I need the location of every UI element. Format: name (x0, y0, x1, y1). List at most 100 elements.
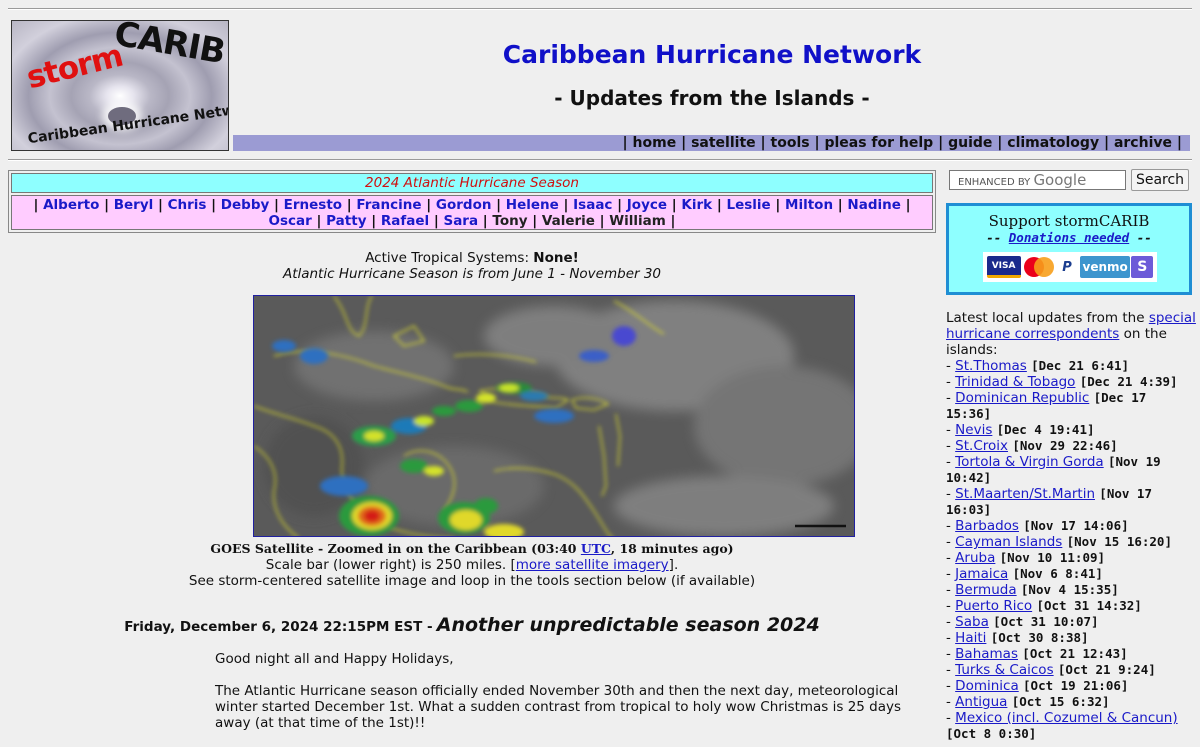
update-item: - Haiti [Oct 30 8:38] (946, 630, 1089, 646)
payment-methods[interactable]: VISA P venmo S (983, 252, 1157, 282)
nav-guide[interactable]: guide (948, 135, 992, 151)
scale-note: Scale bar (lower right) is 250 miles. [ (265, 557, 516, 573)
storm-link-kirk[interactable]: Kirk (681, 197, 712, 213)
island-link[interactable]: Dominica (955, 678, 1019, 694)
update-item: - St.Maarten/St.Martin [Nov 17 16:03] (946, 486, 1152, 517)
post-date: Friday, December 6, 2024 22:15PM EST - (124, 619, 433, 635)
island-link[interactable]: Trinidad & Tobago (955, 374, 1075, 390)
update-timestamp: [Oct 15 6:32] (1011, 694, 1110, 709)
island-link[interactable]: Haiti (955, 630, 986, 646)
nav-pleas-for-help[interactable]: pleas for help (824, 135, 933, 151)
island-link[interactable]: Turks & Caicos (955, 662, 1053, 678)
post-title: Another unpredictable season 2024 (436, 614, 820, 636)
storm-link-alberto[interactable]: Alberto (43, 197, 99, 213)
storm-link-patty[interactable]: Patty (326, 213, 366, 229)
nav-satellite[interactable]: satellite (691, 135, 756, 151)
update-timestamp: [Dec 21 4:39] (1079, 374, 1178, 389)
active-systems-value: None! (533, 250, 579, 266)
island-link[interactable]: Puerto Rico (955, 598, 1032, 614)
storm-link-beryl[interactable]: Beryl (114, 197, 154, 213)
venmo-icon[interactable]: venmo (1080, 256, 1131, 278)
update-item: - Cayman Islands [Nov 15 16:20] (946, 534, 1172, 550)
update-item: - Turks & Caicos [Oct 21 9:24] (946, 662, 1156, 678)
update-item: - St.Thomas [Dec 21 6:41] (946, 358, 1129, 374)
storm-link-ernesto[interactable]: Ernesto (284, 197, 342, 213)
storm-centered-note: See storm-centered satellite image and l… (188, 573, 756, 589)
island-link[interactable]: Nevis (955, 422, 992, 438)
donations-link[interactable]: Donations needed (1009, 230, 1129, 245)
storm-link-sara[interactable]: Sara (443, 213, 478, 229)
update-item: - Trinidad & Tobago [Dec 21 4:39] (946, 374, 1178, 390)
storm-link-helene[interactable]: Helene (506, 197, 559, 213)
storm-link-leslie[interactable]: Leslie (726, 197, 770, 213)
island-link[interactable]: Bermuda (955, 582, 1016, 598)
satellite-caption: GOES Satellite - Zoomed in on the Caribb… (188, 541, 756, 589)
mastercard-icon[interactable] (1022, 256, 1054, 278)
storm-link-isaac[interactable]: Isaac (573, 197, 612, 213)
nav-tools[interactable]: tools (771, 135, 810, 151)
update-item: - Bermuda [Nov 4 15:35] (946, 582, 1119, 598)
island-link[interactable]: Barbados (955, 518, 1019, 534)
satellite-image[interactable] (253, 295, 855, 537)
storm-link-debby[interactable]: Debby (221, 197, 270, 213)
island-link[interactable]: Saba (955, 614, 989, 630)
post-paragraph: The Atlantic Hurricane season officially… (215, 683, 902, 731)
storm-link-oscar[interactable]: Oscar (269, 213, 312, 229)
post-body: Good night all and Happy Holidays, The A… (215, 651, 905, 747)
utc-link[interactable]: UTC (581, 541, 611, 556)
season-dates: Atlantic Hurricane Season is from June 1… (282, 266, 662, 282)
update-timestamp: [Oct 31 14:32] (1036, 598, 1142, 613)
season-heading: 2024 Atlantic Hurricane Season (11, 173, 933, 193)
island-link[interactable]: Jamaica (955, 566, 1008, 582)
stripe-icon[interactable]: S (1131, 256, 1154, 278)
storm-link-joyce[interactable]: Joyce (627, 197, 667, 213)
updates-intro: Latest local updates from the special hu… (946, 310, 1196, 358)
post-paragraph: Good night all and Happy Holidays, (215, 651, 454, 667)
google-logo: Google (1033, 171, 1087, 189)
update-item: - St.Croix [Nov 29 22:46] (946, 438, 1118, 454)
nav-climatology[interactable]: climatology (1007, 135, 1099, 151)
update-item: - Bahamas [Oct 21 12:43] (946, 646, 1128, 662)
logo-network-text: Caribbean Hurricane Network (26, 98, 229, 148)
storm-link-gordon[interactable]: Gordon (436, 197, 492, 213)
search-input[interactable]: ENHANCED BY Google (949, 170, 1126, 190)
storm-link-rafael[interactable]: Rafael (381, 213, 429, 229)
update-timestamp: [Nov 4 15:35] (1020, 582, 1119, 597)
island-link[interactable]: Dominican Republic (955, 390, 1089, 406)
active-systems-label: Active Tropical Systems: (365, 250, 529, 266)
update-item: - Barbados [Nov 17 14:06] (946, 518, 1129, 534)
more-satellite-imagery-link[interactable]: more satellite imagery (516, 557, 669, 573)
post-header: Friday, December 6, 2024 22:15PM EST - A… (8, 614, 936, 636)
storm-link-chris[interactable]: Chris (168, 197, 207, 213)
update-timestamp: [Oct 19 21:06] (1023, 678, 1129, 693)
update-item: - Tortola & Virgin Gorda [Nov 19 10:42] (946, 454, 1161, 485)
island-link[interactable]: Aruba (955, 550, 995, 566)
top-divider (8, 8, 1192, 10)
island-link[interactable]: Antigua (955, 694, 1007, 710)
update-item: - Saba [Oct 31 10:07] (946, 614, 1099, 630)
update-list: - St.Thomas [Dec 21 6:41] - Trinidad & To… (946, 358, 1198, 742)
visa-icon[interactable]: VISA (986, 256, 1021, 278)
island-link[interactable]: Mexico (incl. Cozumel & Cancun) (955, 710, 1177, 726)
nav-home[interactable]: home (633, 135, 677, 151)
update-item: - Aruba [Nov 10 11:09] (946, 550, 1106, 566)
island-link[interactable]: St.Thomas (955, 358, 1027, 374)
search-button[interactable]: Search (1131, 169, 1189, 191)
satellite-caption-title: GOES Satellite - Zoomed in on the Caribb… (210, 541, 734, 556)
island-link[interactable]: Bahamas (955, 646, 1018, 662)
storm-link-milton[interactable]: Milton (785, 197, 833, 213)
island-link[interactable]: St.Maarten/St.Martin (955, 486, 1095, 502)
header-divider (8, 159, 1192, 161)
island-link[interactable]: St.Croix (955, 438, 1008, 454)
update-timestamp: [Oct 21 12:43] (1022, 646, 1128, 661)
storm-link-francine[interactable]: Francine (356, 197, 421, 213)
stormcarib-logo[interactable]: storm CARIB Caribbean Hurricane Network (11, 20, 229, 151)
paypal-icon[interactable]: P (1055, 256, 1079, 278)
storm-link-nadine[interactable]: Nadine (847, 197, 900, 213)
island-link[interactable]: Cayman Islands (955, 534, 1062, 550)
update-item: - Nevis [Dec 4 19:41] (946, 422, 1095, 438)
island-link[interactable]: Tortola & Virgin Gorda (955, 454, 1104, 470)
storm-name-william: William (609, 213, 666, 229)
storm-name-tony: Tony (492, 213, 528, 229)
nav-archive[interactable]: archive (1114, 135, 1172, 151)
